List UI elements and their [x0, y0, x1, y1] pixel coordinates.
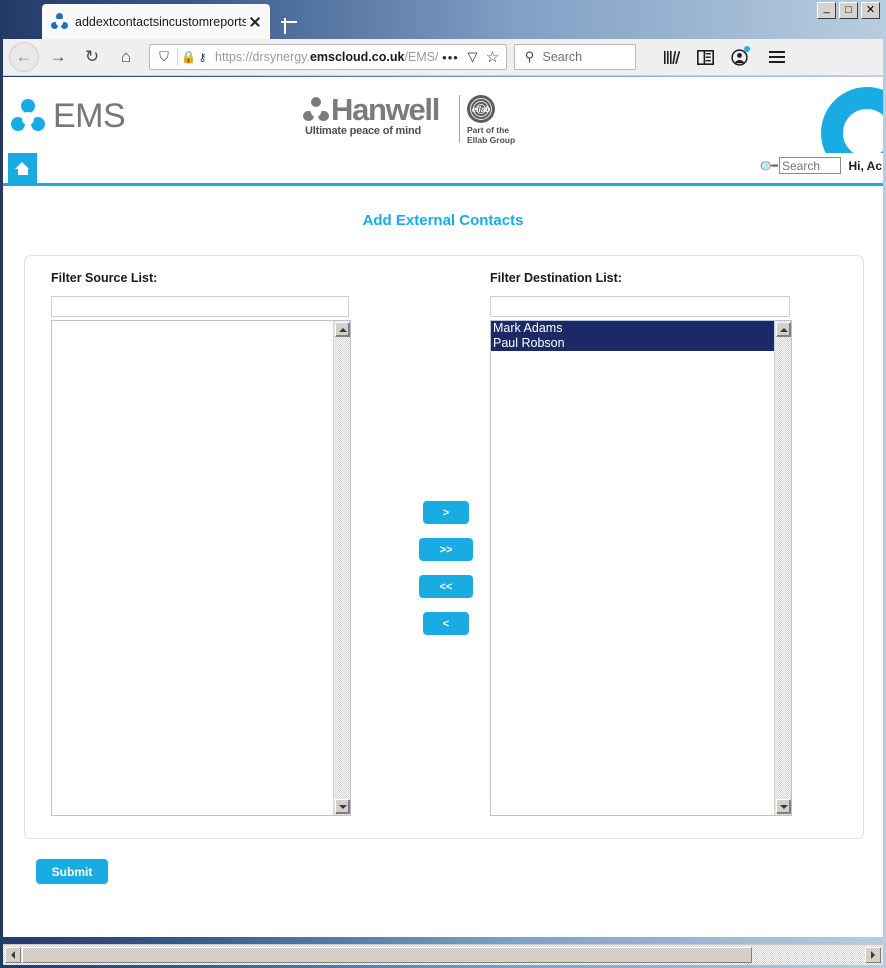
- site-search-input[interactable]: [779, 157, 841, 174]
- new-tab-icon[interactable]: [277, 10, 301, 34]
- ems-logo[interactable]: EMS: [11, 97, 126, 135]
- back-icon[interactable]: ←: [7, 40, 41, 74]
- horizontal-scrollbar[interactable]: [3, 944, 883, 965]
- browser-search-bar[interactable]: ⚲ Search: [514, 44, 637, 70]
- lock-icon[interactable]: 🔒: [181, 50, 196, 64]
- destination-filter-input[interactable]: [490, 296, 790, 317]
- remove-selected-button[interactable]: <: [423, 612, 469, 635]
- source-listbox[interactable]: [51, 320, 351, 816]
- scroll-down-icon[interactable]: [776, 799, 791, 814]
- ems-trefoil-icon: [11, 99, 45, 133]
- close-glyph: ✕: [865, 4, 876, 16]
- close-tab-icon[interactable]: [246, 13, 264, 31]
- notification-dot: [744, 46, 751, 52]
- divider: [177, 49, 178, 65]
- window-controls: _ □ ✕: [817, 2, 880, 19]
- ellab-caption: Part of the Ellab Group: [467, 125, 515, 145]
- permissions-icon[interactable]: ⚷: [195, 51, 210, 64]
- minimize-glyph: _: [823, 2, 830, 14]
- transfer-button-group: > >> << <: [409, 501, 483, 635]
- bookmark-star-icon[interactable]: ☆: [482, 48, 502, 66]
- scrollbar-thumb[interactable]: [22, 947, 752, 963]
- hanwell-logo: Hanwell Ultimate peace of mind ellab Par…: [303, 92, 523, 145]
- site-header: EMS Hanwell Ultimate peace of mind ellab: [3, 77, 883, 179]
- nav-home-button[interactable]: [8, 153, 37, 183]
- scroll-up-icon[interactable]: [335, 322, 350, 337]
- destination-listbox[interactable]: Mark Adams Paul Robson: [490, 320, 792, 816]
- home-icon[interactable]: ⌂: [109, 40, 143, 74]
- minimize-button[interactable]: _: [817, 2, 836, 19]
- house-icon: [15, 161, 30, 175]
- scroll-left-icon[interactable]: [5, 947, 21, 963]
- ellab-caption-line2: Ellab Group: [467, 135, 516, 145]
- source-list-items[interactable]: [52, 321, 333, 815]
- site-search[interactable]: 🔍: [757, 154, 841, 177]
- pocket-icon[interactable]: ▽: [462, 49, 482, 65]
- forward-glyph: →: [49, 47, 67, 66]
- ellab-caption-line1: Part of the: [467, 125, 510, 135]
- toolbar-icons: [658, 44, 790, 70]
- back-glyph: ←: [15, 47, 33, 66]
- maximize-button[interactable]: □: [839, 2, 858, 19]
- scroll-down-icon[interactable]: [335, 799, 350, 814]
- maximize-glyph: □: [845, 4, 852, 16]
- browser-tab[interactable]: addextcontactsincustomreports: [42, 4, 270, 39]
- search-icon: ⚲: [524, 49, 535, 64]
- hanwell-trefoil-icon: [303, 97, 329, 123]
- ellab-badge: ellab Part of the Ellab Group: [459, 95, 515, 145]
- list-item[interactable]: Mark Adams: [491, 321, 774, 336]
- address-bar[interactable]: ⛉ 🔒 ⚷ https://drsynergy.emscloud.co.uk/E…: [149, 44, 508, 70]
- ellab-mark-text: ellab: [471, 104, 491, 114]
- move-all-button[interactable]: >>: [419, 538, 473, 561]
- url-domain: emscloud.co.uk: [309, 50, 405, 64]
- user-greeting: Hi, Ac: [848, 159, 882, 173]
- shield-icon[interactable]: ⛉: [154, 49, 174, 65]
- move-selected-button[interactable]: >: [423, 501, 469, 524]
- scroll-right-icon[interactable]: [865, 947, 881, 963]
- url-path: /EMS/: [404, 50, 439, 64]
- browser-toolbar: ← → ↻ ⌂ ⛉ 🔒 ⚷ https://drsynergy.emscloud…: [3, 39, 883, 76]
- page-actions-icon[interactable]: •••: [438, 50, 462, 65]
- forward-icon[interactable]: →: [41, 40, 75, 74]
- reload-icon[interactable]: ↻: [75, 40, 109, 74]
- reload-glyph: ↻: [84, 47, 100, 66]
- library-icon[interactable]: [658, 44, 684, 70]
- page-viewport: EMS Hanwell Ultimate peace of mind ellab: [3, 77, 883, 937]
- search-placeholder: Search: [542, 50, 583, 64]
- transfer-panel: Filter Source List: Filter Destination L…: [24, 255, 864, 839]
- destination-list-items[interactable]: Mark Adams Paul Robson: [491, 321, 774, 815]
- source-list-scrollbar[interactable]: [333, 321, 350, 815]
- ellab-logo-icon: ellab: [467, 95, 495, 123]
- submit-button[interactable]: Submit: [36, 859, 108, 884]
- source-filter-input[interactable]: [51, 296, 349, 317]
- url-text: https://drsynergy.emscloud.co.uk/EMS/: [215, 49, 438, 65]
- tab-strip: addextcontactsincustomreports _ □ ✕: [0, 0, 886, 39]
- tab-title: addextcontactsincustomreports: [75, 14, 246, 29]
- hanwell-wordmark: Hanwell: [331, 92, 440, 127]
- home-glyph: ⌂: [120, 47, 132, 66]
- remove-all-button[interactable]: <<: [419, 575, 473, 598]
- source-list-label: Filter Source List:: [51, 271, 158, 285]
- sidebar-icon[interactable]: [692, 44, 718, 70]
- close-window-button[interactable]: ✕: [861, 2, 880, 19]
- ems-trefoil-icon: [51, 13, 68, 30]
- search-icon: 🔍: [757, 154, 780, 177]
- destination-list-label: Filter Destination List:: [490, 271, 622, 285]
- page-title: Add External Contacts: [362, 212, 524, 229]
- browser-window: addextcontactsincustomreports _ □ ✕ ← → …: [0, 0, 886, 968]
- url-prefix: https://drsynergy.: [215, 50, 310, 64]
- menu-icon[interactable]: [764, 44, 790, 70]
- ems-logo-text: EMS: [53, 97, 126, 135]
- account-icon[interactable]: [726, 44, 752, 70]
- site-navbar: 🔍 Hi, Ac: [3, 153, 883, 186]
- destination-list-scrollbar[interactable]: [774, 321, 791, 815]
- scroll-up-icon[interactable]: [776, 322, 791, 337]
- list-item[interactable]: Paul Robson: [491, 336, 774, 351]
